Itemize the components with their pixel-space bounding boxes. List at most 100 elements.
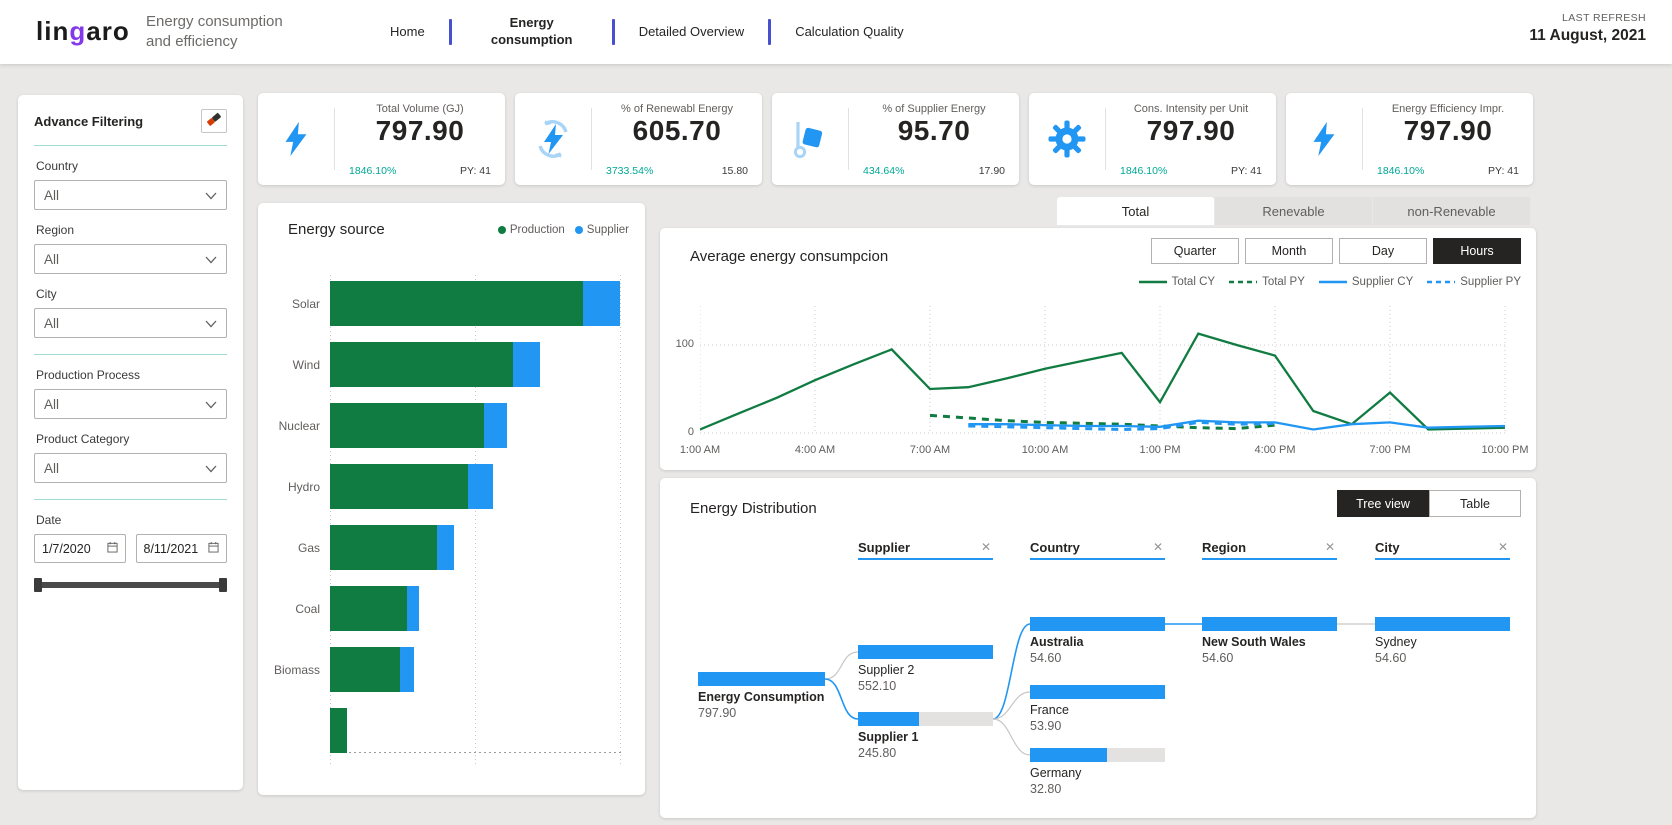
filter-select-production-process[interactable]: All [34, 389, 227, 419]
kpi-value: 797.90 [375, 115, 465, 146]
legend-item-supplier-py: Supplier PY [1427, 276, 1521, 288]
kpi-prior-year: 15.80 [721, 165, 748, 177]
remove-level-icon[interactable]: ✕ [1323, 540, 1337, 554]
production-bar-segment[interactable] [330, 464, 468, 509]
time-button-hours[interactable]: Hours [1433, 238, 1521, 264]
bar-row-unlabeled [258, 708, 645, 753]
x-axis-tick: 7:00 AM [909, 444, 951, 456]
tab-total[interactable]: Total [1057, 197, 1214, 225]
production-bar-segment[interactable] [330, 586, 407, 631]
legend-item-total-cy: Total CY [1138, 276, 1215, 288]
time-button-day[interactable]: Day [1339, 238, 1427, 264]
view-button-table[interactable]: Table [1429, 490, 1521, 517]
tree-node-bar[interactable] [1030, 617, 1165, 631]
production-bar-segment[interactable] [330, 647, 400, 692]
tree-node-bar-fill [858, 712, 919, 726]
stacked-bar[interactable] [330, 525, 454, 570]
last-refresh-date: 11 August, 2021 [1529, 27, 1646, 44]
production-legend-dot [497, 226, 506, 234]
divider [34, 145, 227, 146]
tree-node-sup2: Supplier 2 552.10 [858, 645, 993, 693]
tree-node-bar[interactable] [1375, 617, 1510, 631]
tree-node-bar-fill [1202, 617, 1337, 631]
filter-select-value: All [44, 251, 60, 267]
filter-label-production-process: Production Process [36, 368, 141, 382]
date-end-input[interactable]: 8/11/2021 [135, 534, 227, 563]
supplier-bar-segment[interactable] [484, 403, 507, 448]
date-filter-label: Date [36, 513, 62, 527]
tree-node-label: Australia [1030, 635, 1084, 649]
production-bar-segment[interactable] [330, 281, 583, 326]
filter-select-value: All [44, 460, 60, 476]
filter-select-product-category[interactable]: All [34, 453, 227, 483]
tree-column-header-supplier: Supplier ✕ [858, 536, 993, 560]
supplier-bar-segment[interactable] [400, 647, 414, 692]
production-bar-segment[interactable] [330, 403, 484, 448]
supplier-bar-segment[interactable] [583, 281, 620, 326]
date-start-input[interactable]: 1/7/2020 [34, 534, 126, 563]
tab-non-renevable[interactable]: non-Renevable [1373, 197, 1530, 225]
tree-node-label: Supplier 1 [858, 730, 919, 744]
nav-item-calculation-quality[interactable]: Calculation Quality [795, 24, 903, 41]
remove-level-icon[interactable]: ✕ [979, 540, 993, 554]
tree-node-bar[interactable] [858, 645, 993, 659]
nav-item-detailed-overview[interactable]: Detailed Overview [639, 24, 745, 41]
production-bar-segment[interactable] [330, 708, 347, 753]
stacked-bar[interactable] [330, 586, 419, 631]
production-bar-segment[interactable] [330, 525, 437, 570]
bolt-icon [258, 119, 334, 159]
view-button-tree-view[interactable]: Tree view [1337, 490, 1429, 517]
supplier-legend-dot [574, 226, 583, 234]
tree-node-bar-fill [698, 672, 825, 686]
tree-node-bar[interactable] [1030, 685, 1165, 699]
tree-node-label: Germany [1030, 766, 1082, 780]
tree-node-bar[interactable] [1030, 748, 1165, 762]
energy-distribution-title: Energy Distribution [690, 500, 817, 517]
kpi-prior-year: PY: 41 [1231, 165, 1262, 177]
chevron-down-icon [205, 188, 217, 203]
stacked-bar[interactable] [330, 342, 540, 387]
stacked-bar[interactable] [330, 464, 493, 509]
tree-node-bar[interactable] [698, 672, 825, 686]
nav-item-home[interactable]: Home [390, 24, 425, 41]
remove-level-icon[interactable]: ✕ [1496, 540, 1510, 554]
supplier-bar-segment[interactable] [407, 586, 419, 631]
supplier-bar-segment[interactable] [468, 464, 493, 509]
time-button-quarter[interactable]: Quarter [1151, 238, 1239, 264]
legend-line-swatch [1427, 280, 1456, 284]
clear-filters-button[interactable] [201, 109, 227, 133]
report-title-line1: Energy consumption [146, 13, 283, 30]
kpi-footer: 1846.10% PY: 41 [1377, 165, 1519, 177]
bar-row-solar: Solar [258, 281, 645, 326]
production-bar-segment[interactable] [330, 342, 513, 387]
filter-select-city[interactable]: All [34, 308, 227, 338]
bar-row-wind: Wind [258, 342, 645, 387]
tree-node-bar[interactable] [1202, 617, 1337, 631]
kpi-delta: 1846.10% [349, 165, 397, 177]
slider-handle-end[interactable] [219, 578, 227, 592]
filter-label-product-category: Product Category [36, 432, 130, 446]
nav-item-energy-consumption[interactable]: Energy consumption [476, 15, 588, 49]
tree-node-bar-fill [1030, 748, 1107, 762]
filter-select-value: All [44, 396, 60, 412]
kpi-footer: 1846.10% PY: 41 [1120, 165, 1262, 177]
filter-select-country[interactable]: All [34, 180, 227, 210]
date-range-slider[interactable] [34, 577, 227, 593]
remove-level-icon[interactable]: ✕ [1151, 540, 1165, 554]
eraser-icon [206, 111, 222, 132]
stacked-bar[interactable] [330, 281, 620, 326]
stacked-bar[interactable] [330, 403, 507, 448]
bar-row-hydro: Hydro [258, 464, 645, 509]
supplier-bar-segment[interactable] [513, 342, 540, 387]
time-button-month[interactable]: Month [1245, 238, 1333, 264]
tree-node-bar[interactable] [858, 712, 993, 726]
supplier-bar-segment[interactable] [437, 525, 454, 570]
tab-renevable[interactable]: Renevable [1215, 197, 1372, 225]
tree-node-bar-fill [1030, 685, 1165, 699]
legend-line-swatch [1318, 280, 1347, 284]
stacked-bar[interactable] [330, 647, 414, 692]
stacked-bar[interactable] [330, 708, 347, 753]
slider-handle-start[interactable] [34, 578, 42, 592]
filter-select-region[interactable]: All [34, 244, 227, 274]
date-start-value: 1/7/2020 [42, 541, 91, 556]
